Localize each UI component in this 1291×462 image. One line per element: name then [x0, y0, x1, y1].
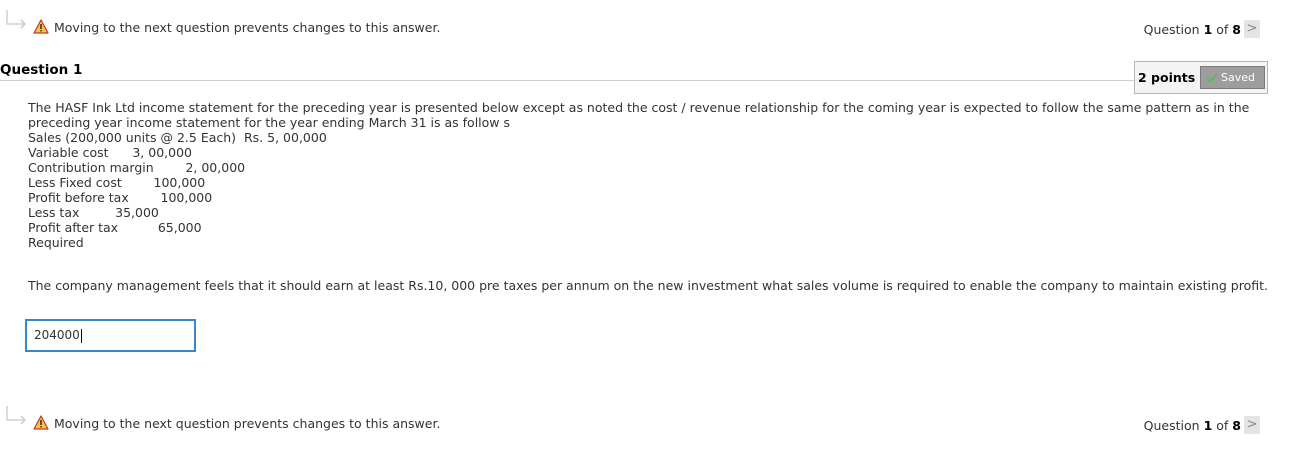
arrow-icon [6, 10, 26, 29]
answer-input[interactable]: 204000 [25, 319, 196, 352]
saved-status-badge: Saved [1200, 66, 1265, 89]
question-line: Less Fixed cost 100,000 [28, 175, 206, 190]
question-line: Variable cost 3, 00,000 [28, 145, 192, 160]
question-line: Required [28, 235, 84, 250]
text-caret [80, 328, 82, 343]
divider [0, 80, 1134, 81]
question-counter: Question 1 of 8 [1143, 22, 1241, 37]
question-text: The HASF Ink Ltd income statement for th… [28, 100, 1250, 250]
question-title: Question 1 [0, 62, 83, 78]
top-warning-bar: Moving to the next question prevents cha… [0, 10, 1291, 41]
question-line: preceding year income statement for the … [28, 115, 511, 130]
next-question-button[interactable]: > [1244, 20, 1260, 38]
question-line: Sales (200,000 units @ 2.5 Each) Rs. 5, … [28, 130, 327, 145]
question-line: Profit before tax 100,000 [28, 190, 213, 205]
warning-text: Moving to the next question prevents cha… [54, 416, 441, 431]
bottom-warning-bar: Moving to the next question prevents cha… [0, 406, 1291, 437]
question-line: Profit after tax 65,000 [28, 220, 202, 235]
points-box: 2 points Saved [1134, 61, 1268, 94]
arrow-icon [6, 406, 26, 425]
chevron-right-icon: > [1246, 417, 1258, 432]
warning-icon [33, 415, 49, 430]
chevron-right-icon: > [1246, 21, 1258, 36]
warning-text: Moving to the next question prevents cha… [54, 20, 441, 35]
question-counter: Question 1 of 8 [1143, 418, 1241, 433]
next-question-button[interactable]: > [1244, 416, 1260, 434]
question-line: Contribution margin 2, 00,000 [28, 160, 246, 175]
warning-icon [33, 19, 49, 34]
points-label: 2 points [1138, 70, 1196, 85]
question-prompt: The company management feels that it sho… [28, 278, 1269, 293]
check-icon [1206, 72, 1218, 83]
question-line: The HASF Ink Ltd income statement for th… [28, 100, 1250, 115]
question-line: Less tax 35,000 [28, 205, 159, 220]
answer-value: 204000 [34, 328, 80, 342]
